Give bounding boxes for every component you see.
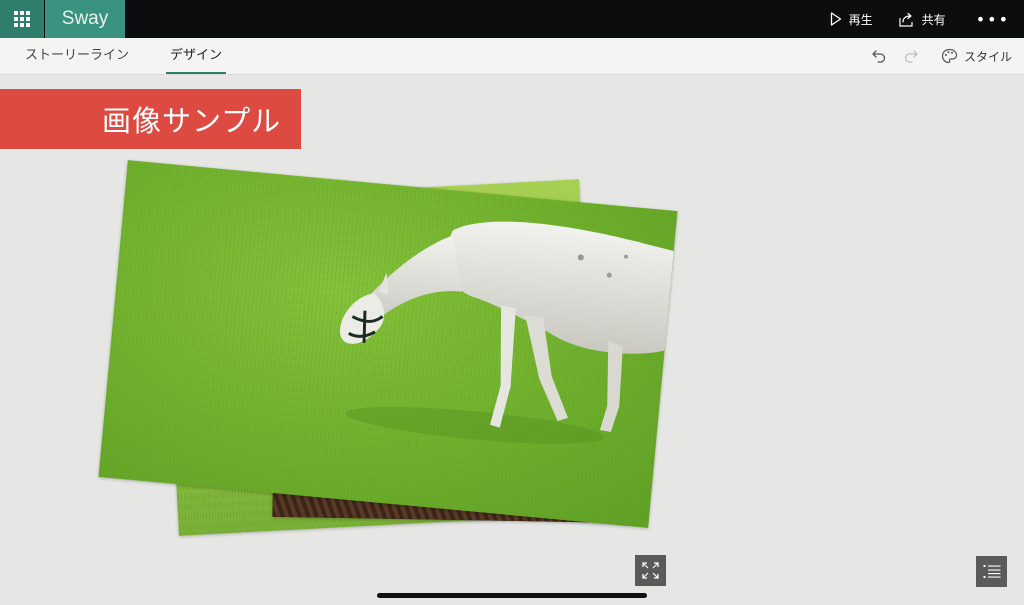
home-indicator[interactable]: [377, 593, 647, 598]
redo-icon: [904, 50, 918, 63]
app-launcher-icon: [14, 11, 30, 27]
top-actions: 再生 共有 •••: [804, 0, 1010, 38]
tab-storyline[interactable]: ストーリーライン: [25, 38, 129, 74]
app-name: Sway: [45, 0, 125, 38]
app-launcher-button[interactable]: [0, 0, 44, 38]
palette-icon: [941, 48, 958, 64]
style-label: スタイル: [963, 49, 1012, 64]
tab-design[interactable]: デザイン: [165, 38, 227, 74]
tab-bar: ストーリーライン デザイン スタイル: [0, 38, 1024, 75]
top-bar: Sway 再生 共有 •••: [0, 0, 1024, 38]
llama-illustration: [98, 160, 678, 528]
play-label: 再生: [848, 12, 873, 27]
page-title[interactable]: 画像サンプル: [0, 89, 301, 149]
undo-icon: [872, 50, 886, 63]
fullscreen-button[interactable]: [635, 555, 666, 586]
toolbar: スタイル: [855, 38, 1012, 74]
style-button[interactable]: スタイル: [941, 48, 1012, 65]
expand-icon: [642, 562, 659, 579]
more-horizontal-icon[interactable]: •••: [976, 10, 1010, 29]
redo-button[interactable]: [903, 48, 919, 64]
undo-button[interactable]: [871, 48, 887, 64]
list-icon: [983, 565, 1000, 578]
design-canvas: 画像サンプル: [0, 75, 1024, 605]
play-button[interactable]: 再生: [830, 11, 873, 28]
share-label: 共有: [921, 12, 946, 27]
navigation-button[interactable]: [976, 556, 1007, 587]
share-button[interactable]: 共有: [899, 11, 946, 28]
share-icon: [899, 12, 913, 27]
play-icon: [830, 12, 841, 26]
llama-photo[interactable]: [98, 160, 678, 528]
